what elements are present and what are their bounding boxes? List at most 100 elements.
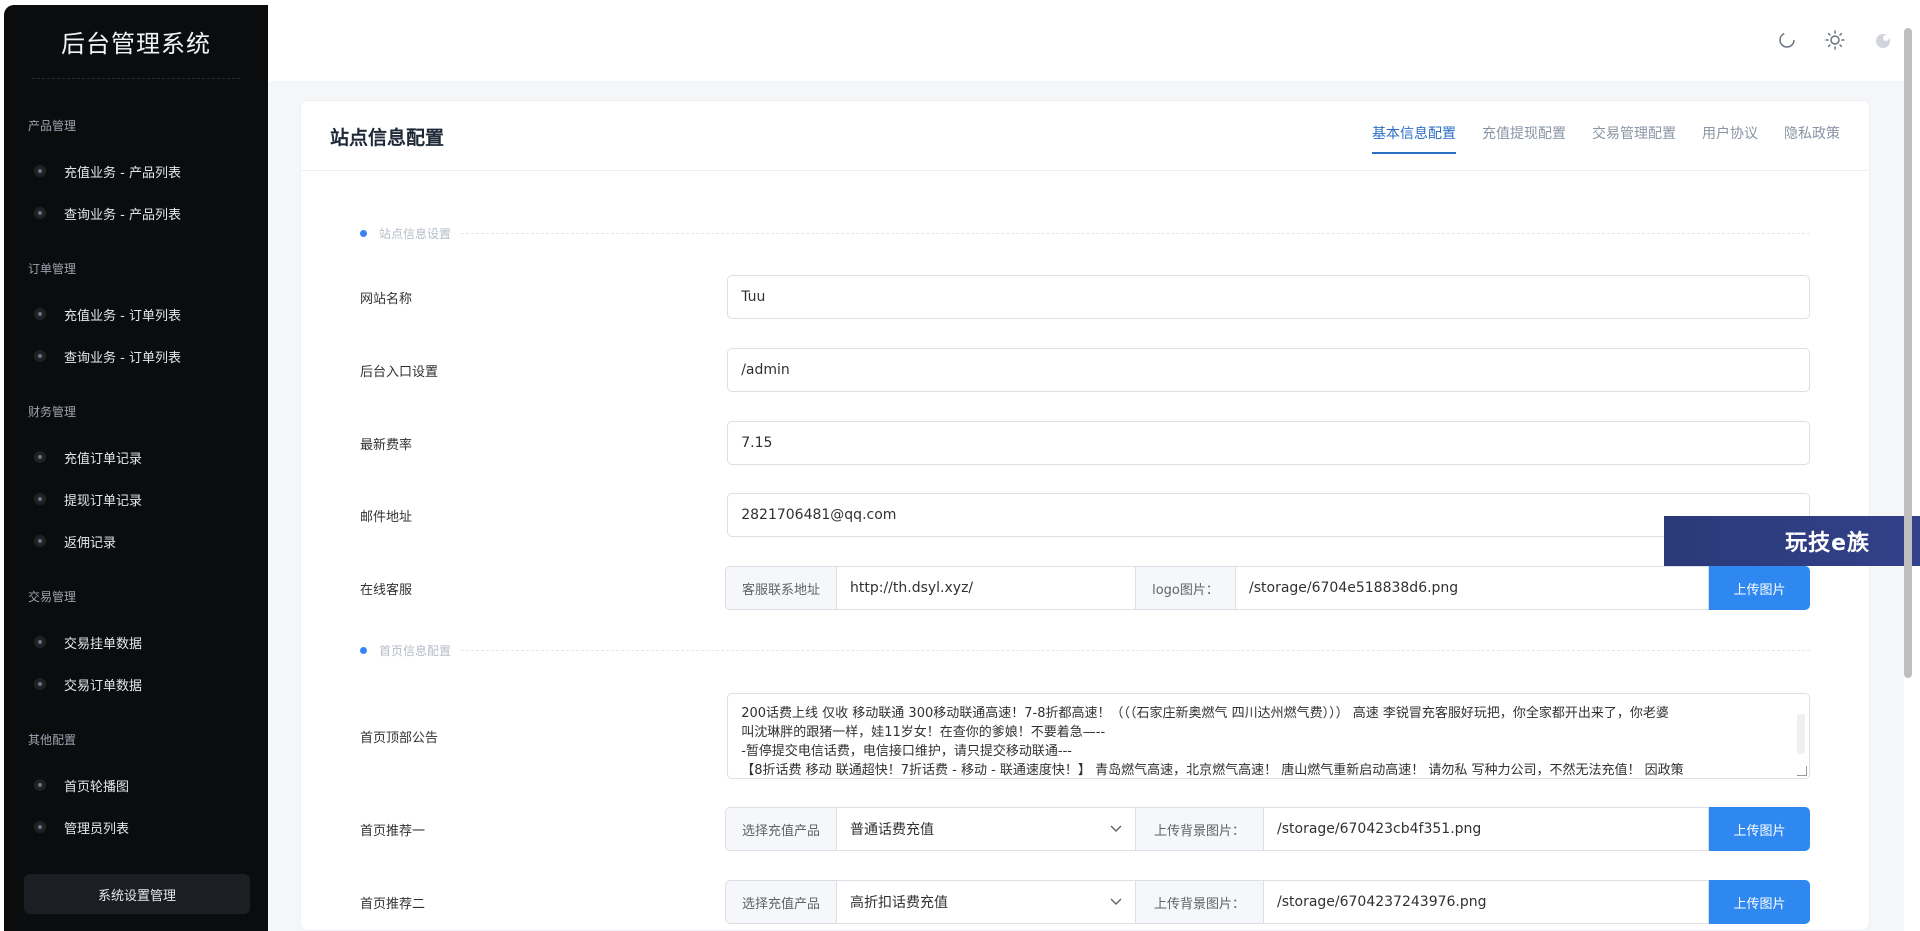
nav-group-title: 产品管理 — [28, 119, 77, 133]
field-label: 首页推荐二 — [360, 896, 426, 912]
section-home-info: 首页信息配置 — [360, 642, 1810, 659]
recommend-two-group: 选择充值产品 高折扣话费充值 上传背景图片： /storage/67042372… — [725, 880, 1810, 924]
page-scrollbar[interactable] — [1904, 28, 1912, 678]
upload-logo-button[interactable]: 上传图片 — [1709, 566, 1810, 610]
admin-entry-input[interactable]: /admin — [727, 348, 1810, 392]
sidebar-item-label: 返佣记录 — [64, 535, 117, 551]
dot-icon — [34, 308, 46, 320]
nav-group-order: 订单管理 充值业务 - 订单列表 查询业务 - 订单列表 — [4, 260, 268, 377]
product-select[interactable]: 高折扣话费充值 — [837, 880, 1136, 924]
section-title: 站点信息设置 — [379, 227, 452, 241]
dot-icon — [34, 350, 46, 362]
row-online-service: 在线客服 客服联系地址 http://th.dsyl.xyz/ logo图片： … — [360, 566, 1810, 610]
sidebar-item-label: 首页轮播图 — [64, 779, 130, 795]
dot-icon — [34, 821, 46, 833]
logo-path-input[interactable]: /storage/6704e518838d6.png — [1236, 566, 1709, 610]
sidebar-nav: 产品管理 充值业务 - 产品列表 查询业务 - 产品列表 订单管理 充值业务 -… — [4, 79, 268, 848]
sun-icon[interactable] — [1824, 29, 1846, 51]
nav-group-title: 其他配置 — [28, 733, 77, 747]
watermark-logo: 玩技e族 — [1664, 516, 1920, 566]
product-select-value: 高折扣话费充值 — [850, 895, 948, 911]
sidebar-item-label: 交易挂单数据 — [64, 636, 143, 652]
topbar-icons — [1776, 29, 1894, 51]
nav-group-trade: 交易管理 交易挂单数据 交易订单数据 — [4, 588, 268, 705]
section-site-info: 站点信息设置 — [360, 225, 1810, 242]
select-prefix: 选择充值产品 — [725, 880, 837, 924]
sidebar-item-label: 查询业务 - 订单列表 — [64, 350, 181, 366]
topbar — [268, 5, 1904, 81]
dot-icon — [34, 678, 46, 690]
sidebar-item-label: 充值业务 - 订单列表 — [64, 308, 181, 324]
dot-icon — [34, 535, 46, 547]
dot-icon — [34, 451, 46, 463]
sidebar-item-trade-listings[interactable]: 交易挂单数据 — [4, 621, 268, 663]
field-label: 首页推荐一 — [360, 823, 426, 839]
product-select[interactable]: 普通话费充值 — [837, 807, 1136, 851]
sidebar-item-query-products[interactable]: 查询业务 - 产品列表 — [4, 192, 268, 234]
dot-icon — [34, 207, 46, 219]
service-input-group: 客服联系地址 http://th.dsyl.xyz/ logo图片： /stor… — [725, 566, 1810, 610]
sidebar-item-carousel[interactable]: 首页轮播图 — [4, 764, 268, 806]
nav-group-title: 交易管理 — [28, 590, 77, 604]
tab-user-agreement[interactable]: 用户协议 — [1702, 123, 1758, 154]
rate-input[interactable]: 7.15 — [727, 421, 1810, 465]
textarea-scrollbar[interactable] — [1797, 714, 1805, 754]
email-input[interactable]: 2821706481@qq.com — [727, 493, 1810, 537]
sidebar-item-label: 充值业务 - 产品列表 — [64, 165, 181, 181]
tab-privacy-policy[interactable]: 隐私政策 — [1784, 123, 1840, 154]
bg-path-input[interactable]: /storage/6704237243976.png — [1264, 880, 1709, 924]
site-name-input[interactable]: Tuu — [727, 275, 1810, 319]
settings-tabs: 基本信息配置 充值提现配置 交易管理配置 用户协议 隐私政策 — [1372, 123, 1840, 154]
bg-prefix: 上传背景图片： — [1136, 880, 1264, 924]
sidebar-item-admins[interactable]: 管理员列表 — [4, 806, 268, 848]
notice-textarea[interactable]: 200话费上线 仅收 移动联通 300移动联通高速！7-8折都高速！（（（石家庄… — [727, 693, 1810, 779]
field-label: 在线客服 — [360, 582, 413, 598]
recommend-one-group: 选择充值产品 普通话费充值 上传背景图片： /storage/670423cb4… — [725, 807, 1810, 851]
tab-trade-management[interactable]: 交易管理配置 — [1592, 123, 1676, 154]
sidebar-item-recharge-records[interactable]: 充值订单记录 — [4, 436, 268, 478]
sidebar-item-trade-orders[interactable]: 交易订单数据 — [4, 663, 268, 705]
app-title: 后台管理系统 — [32, 5, 240, 79]
sidebar: 后台管理系统 产品管理 充值业务 - 产品列表 查询业务 - 产品列表 订单管理… — [4, 5, 268, 931]
section-bullet — [360, 647, 367, 654]
notice-line: 叫沈琳胖的跟猪一样，娃11岁女！在查你的爹娘！不要着急—-- — [741, 725, 1106, 740]
system-settings-button[interactable]: 系统设置管理 — [24, 874, 250, 914]
sidebar-item-query-orders[interactable]: 查询业务 - 订单列表 — [4, 335, 268, 377]
contact-url-input[interactable]: http://th.dsyl.xyz/ — [837, 566, 1136, 610]
card-header: 站点信息配置 基本信息配置 充值提现配置 交易管理配置 用户协议 隐私政策 — [301, 101, 1869, 171]
section-divider — [461, 650, 1810, 651]
tab-basic-info[interactable]: 基本信息配置 — [1372, 123, 1456, 154]
contact-prefix: 客服联系地址 — [725, 566, 837, 610]
sidebar-item-recharge-products[interactable]: 充值业务 - 产品列表 — [4, 150, 268, 192]
row-recommend-two: 首页推荐二 选择充值产品 高折扣话费充值 上传背景图片： /storage/67… — [360, 880, 1810, 924]
row-recommend-one: 首页推荐一 选择充值产品 普通话费充值 上传背景图片： /storage/670… — [360, 807, 1810, 851]
row-admin-entry: 后台入口设置 /admin — [360, 348, 1810, 392]
dot-icon — [34, 779, 46, 791]
bg-prefix: 上传背景图片： — [1136, 807, 1264, 851]
nav-group-title: 订单管理 — [28, 262, 77, 276]
resize-handle-icon[interactable] — [1797, 766, 1807, 776]
section-title: 首页信息配置 — [379, 644, 452, 658]
chevron-down-icon — [1110, 821, 1122, 837]
bg-path-input[interactable]: /storage/670423cb4f351.png — [1264, 807, 1709, 851]
nav-group-finance: 财务管理 充值订单记录 提现订单记录 返佣记录 — [4, 403, 268, 562]
section-bullet — [360, 230, 367, 237]
dot-icon — [34, 165, 46, 177]
field-label: 最新费率 — [360, 437, 413, 453]
row-email: 邮件地址 2821706481@qq.com — [360, 493, 1810, 537]
sidebar-item-recharge-orders[interactable]: 充值业务 - 订单列表 — [4, 293, 268, 335]
sidebar-item-label: 提现订单记录 — [64, 493, 143, 509]
sidebar-item-rebate-records[interactable]: 返佣记录 — [4, 520, 268, 562]
tab-recharge-withdraw[interactable]: 充值提现配置 — [1482, 123, 1566, 154]
settings-card: 站点信息配置 基本信息配置 充值提现配置 交易管理配置 用户协议 隐私政策 站点… — [300, 100, 1870, 931]
sidebar-item-withdraw-records[interactable]: 提现订单记录 — [4, 478, 268, 520]
nav-group-product: 产品管理 充值业务 - 产品列表 查询业务 - 产品列表 — [4, 117, 268, 234]
refresh-icon[interactable] — [1776, 29, 1798, 51]
row-notice: 首页顶部公告 200话费上线 仅收 移动联通 300移动联通高速！7-8折都高速… — [360, 693, 1810, 779]
upload-bg-button[interactable]: 上传图片 — [1709, 807, 1810, 851]
field-label: 邮件地址 — [360, 509, 413, 525]
upload-bg-button[interactable]: 上传图片 — [1709, 880, 1810, 924]
theme-toggle-icon[interactable] — [1872, 29, 1894, 51]
dot-icon — [34, 493, 46, 505]
row-rate: 最新费率 7.15 — [360, 421, 1810, 465]
